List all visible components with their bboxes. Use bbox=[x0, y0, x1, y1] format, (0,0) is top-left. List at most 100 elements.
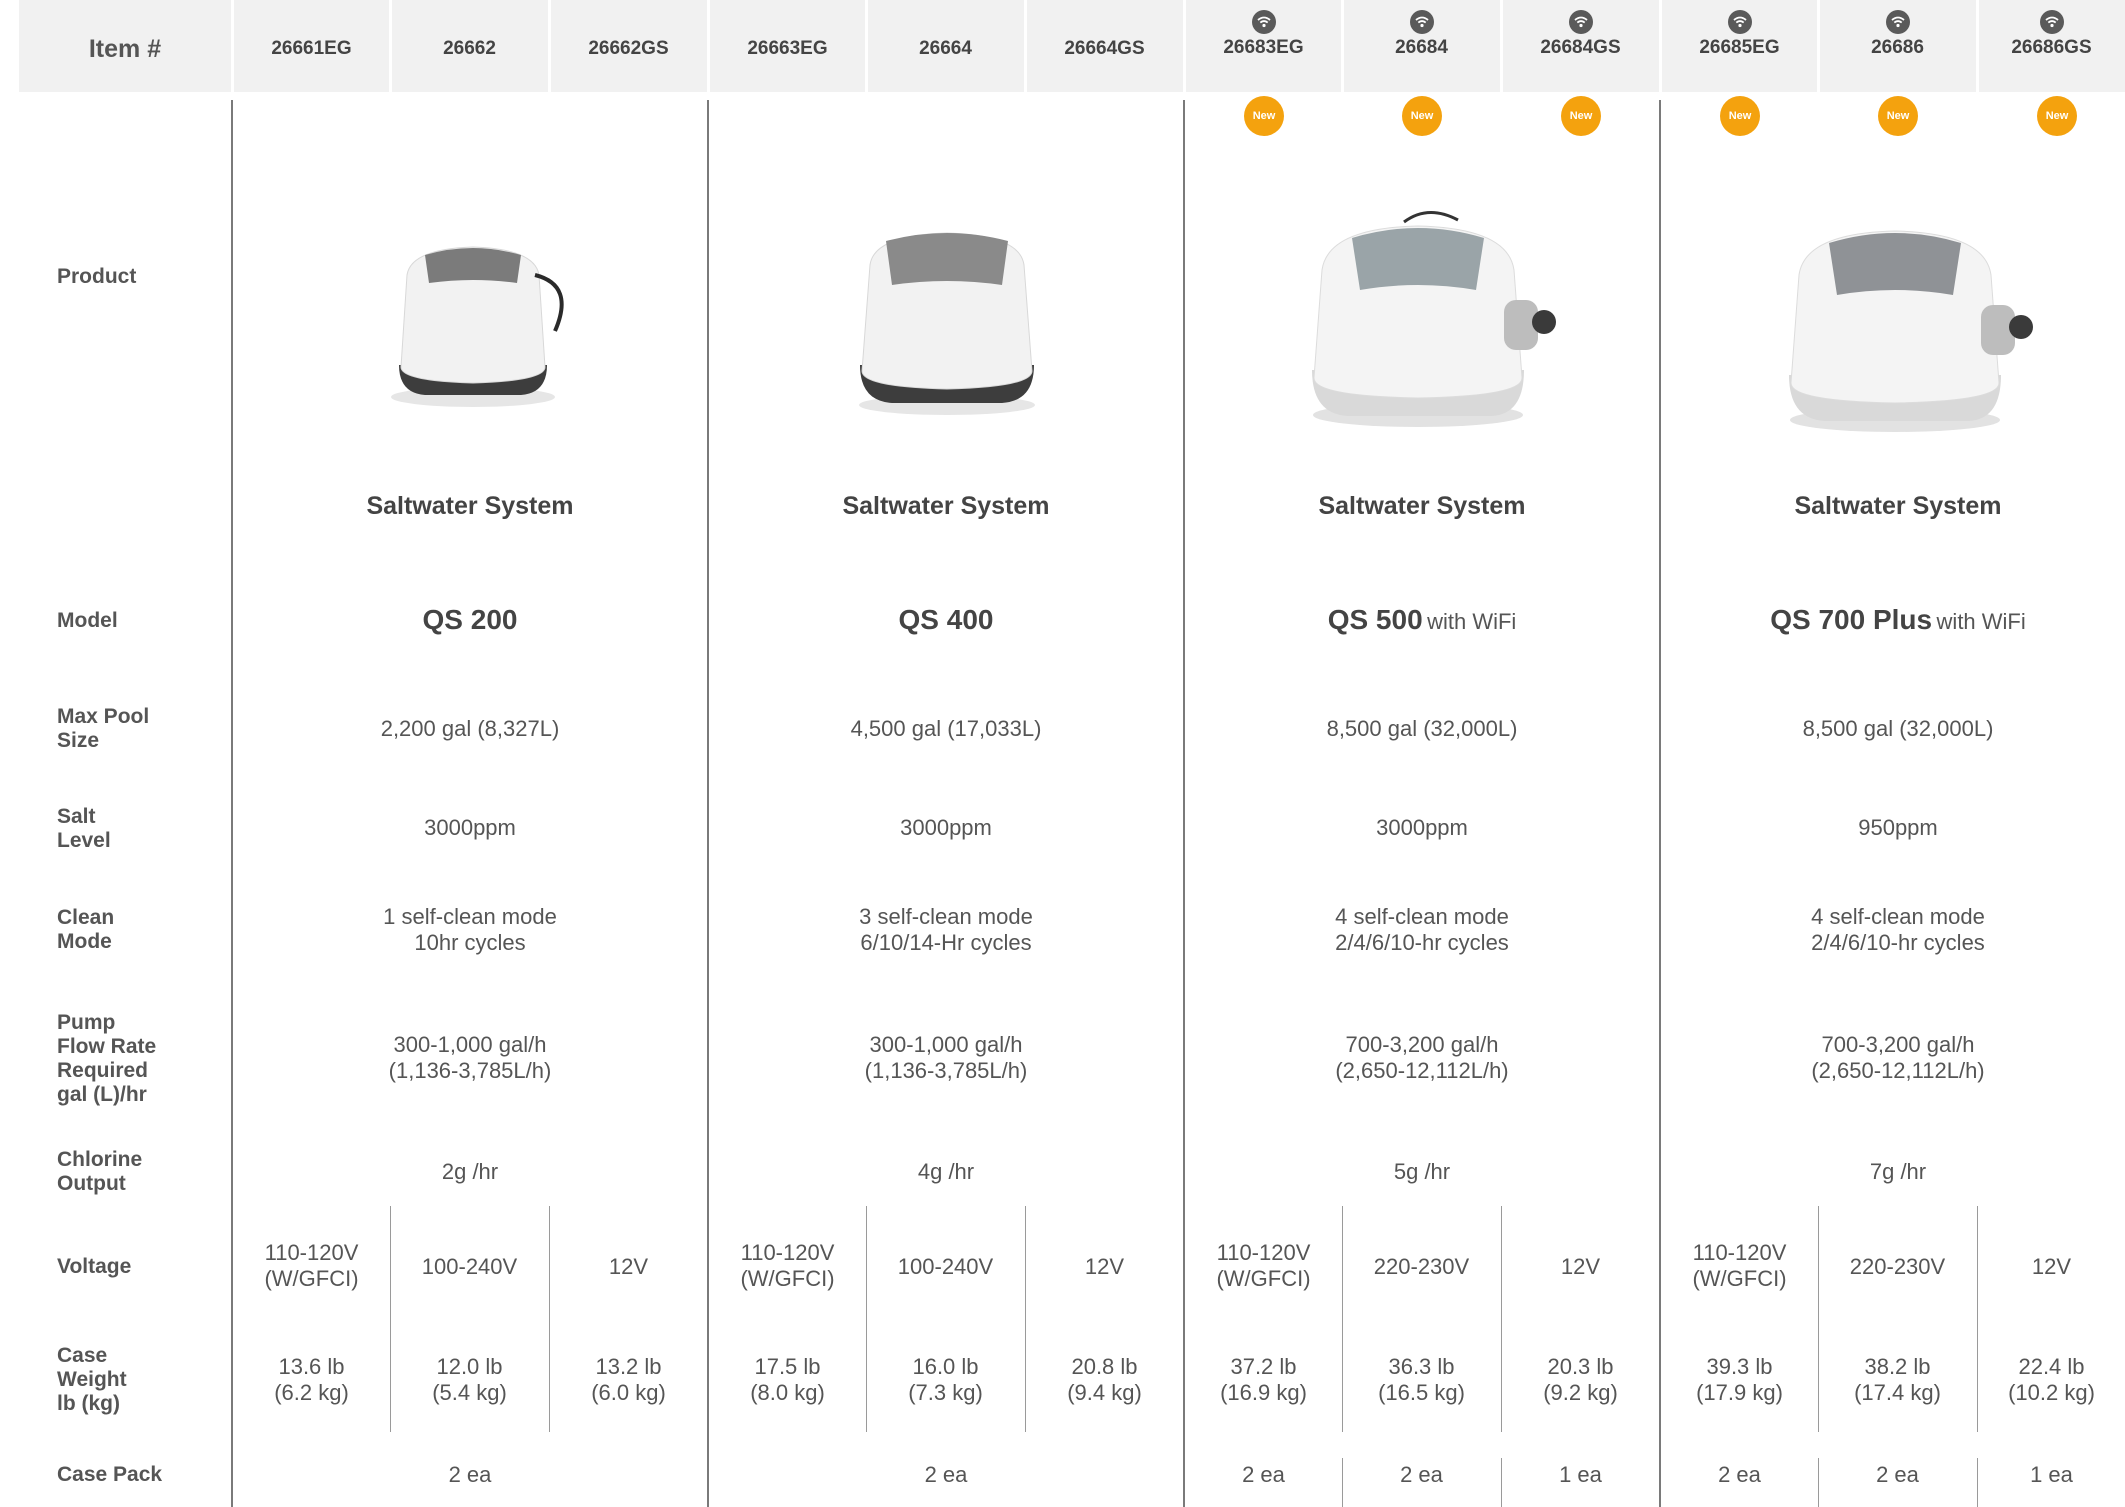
value-line: (W/GFCI) bbox=[1216, 1266, 1311, 1291]
value-line: 10hr cycles bbox=[414, 930, 526, 955]
max-pool-value: 4,500 gal (17,033L) bbox=[850, 716, 1042, 741]
voltage-value: 12V bbox=[1560, 1254, 1601, 1279]
divider bbox=[1976, 0, 1979, 92]
model-label: QS 200 bbox=[422, 604, 518, 635]
case-weight-value: 39.3 lb (17.9 kg) bbox=[1661, 1354, 1818, 1406]
wifi-icon bbox=[1410, 10, 1434, 34]
new-badge: New bbox=[1561, 96, 1601, 136]
case-weight-value: 17.5 lb (8.0 kg) bbox=[709, 1354, 866, 1406]
divider bbox=[231, 0, 234, 92]
product-image-qs500 bbox=[1312, 211, 1556, 427]
case-weight-value: 22.4 lb (10.2 kg) bbox=[1978, 1354, 2125, 1406]
voltage-value: 12V bbox=[1084, 1254, 1125, 1279]
value-line: 300-1,000 gal/h bbox=[393, 1032, 547, 1057]
value-line: 17.5 lb bbox=[754, 1354, 821, 1379]
label-line: Size bbox=[57, 729, 100, 752]
system-title: Saltwater System bbox=[1794, 492, 2002, 520]
header-cell: 26685EG bbox=[1661, 0, 1818, 92]
label-line: gal (L)/hr bbox=[57, 1083, 147, 1106]
row-label-pump: Pump Flow Rate Required gal (L)/hr bbox=[57, 1011, 156, 1107]
salt-level-value: 3000ppm bbox=[900, 815, 992, 840]
item-code: 26664GS bbox=[1064, 38, 1145, 59]
label-line: Chlorine bbox=[57, 1148, 143, 1171]
clean-mode-value: 1 self-clean mode 10hr cycles bbox=[233, 904, 707, 956]
case-weight-value: 36.3 lb (16.5 kg) bbox=[1343, 1354, 1500, 1406]
value-line: (8.0 kg) bbox=[750, 1380, 825, 1405]
header-cell: 26683EG bbox=[1185, 0, 1342, 92]
product-image-qs200 bbox=[391, 246, 564, 407]
model-suffix: with WiFi bbox=[1427, 609, 1517, 634]
header-cell: 26661EG bbox=[233, 0, 390, 92]
value-line: 110-120V bbox=[264, 1240, 359, 1265]
voltage-value: 110-120V (W/GFCI) bbox=[1661, 1240, 1818, 1292]
case-weight-value: 20.8 lb (9.4 kg) bbox=[1026, 1354, 1183, 1406]
item-code: 26684GS bbox=[1540, 37, 1621, 58]
voltage-value: 110-120V (W/GFCI) bbox=[1185, 1240, 1342, 1292]
model-label: QS 500 bbox=[1327, 604, 1423, 635]
header-cell: 26686 bbox=[1819, 0, 1976, 92]
label-line: Required bbox=[57, 1059, 149, 1082]
case-weight-value: 13.2 lb (6.0 kg) bbox=[550, 1354, 707, 1406]
model-name: QS 400 bbox=[709, 604, 1183, 636]
group-divider bbox=[1659, 100, 1661, 1507]
new-badge: New bbox=[1878, 96, 1918, 136]
item-code: 26686GS bbox=[2011, 37, 2092, 58]
label-line: Level bbox=[57, 829, 111, 852]
case-pack-value: 2 ea bbox=[1718, 1462, 1761, 1487]
value-line: (2,650-12,112L/h) bbox=[1811, 1058, 1985, 1083]
case-pack-value: 2 ea bbox=[1876, 1462, 1919, 1487]
value-line: 4 self-clean mode bbox=[1335, 904, 1509, 929]
item-code: 26684 bbox=[1395, 37, 1448, 58]
case-pack-value: 2 ea bbox=[924, 1462, 968, 1487]
clean-mode-value: 3 self-clean mode 6/10/14-Hr cycles bbox=[709, 904, 1183, 956]
case-pack-value: 1 ea bbox=[2030, 1462, 2073, 1487]
system-title: Saltwater System bbox=[1318, 492, 1526, 520]
value-line: 110-120V bbox=[740, 1240, 835, 1265]
value-line: (W/GFCI) bbox=[740, 1266, 835, 1291]
value-line: 3 self-clean mode bbox=[859, 904, 1033, 929]
header-cell: 26662 bbox=[391, 0, 548, 92]
system-title: Saltwater System bbox=[842, 492, 1050, 520]
max-pool-value: 8,500 gal (32,000L) bbox=[1802, 716, 1994, 741]
salt-level-value: 950ppm bbox=[1858, 815, 1938, 840]
model-label: QS 700 Plus bbox=[1770, 604, 1933, 635]
new-badge: New bbox=[1720, 96, 1760, 136]
value-line: 20.8 lb bbox=[1071, 1354, 1138, 1379]
divider bbox=[865, 0, 868, 92]
value-line: 2/4/6/10-hr cycles bbox=[1335, 930, 1509, 955]
voltage-value: 110-120V (W/GFCI) bbox=[709, 1240, 866, 1292]
max-pool-value: 8,500 gal (32,000L) bbox=[1326, 716, 1518, 741]
value-line: 110-120V bbox=[1692, 1240, 1787, 1265]
case-weight-value: 16.0 lb (7.3 kg) bbox=[867, 1354, 1024, 1406]
product-lid bbox=[1829, 233, 1961, 295]
row-label-product: Product bbox=[57, 265, 137, 288]
salt-level-value: 3000ppm bbox=[424, 815, 516, 840]
case-pack-value: 1 ea bbox=[1559, 1462, 1602, 1487]
product-image-qs400 bbox=[859, 232, 1035, 415]
group-divider bbox=[1183, 100, 1185, 1507]
value-line: 37.2 lb bbox=[1230, 1354, 1297, 1379]
row-label-salt: Salt Level bbox=[57, 805, 111, 853]
item-code: 26685EG bbox=[1699, 37, 1780, 58]
value-line: (9.4 kg) bbox=[1067, 1380, 1142, 1405]
header-cell: 26663EG bbox=[709, 0, 866, 92]
product-image-qs700 bbox=[1789, 230, 2033, 432]
clean-mode-value: 4 self-clean mode 2/4/6/10-hr cycles bbox=[1661, 904, 2125, 956]
divider bbox=[389, 0, 392, 92]
chlorine-output-value: 4g /hr bbox=[917, 1159, 975, 1184]
voltage-value: 100-240V bbox=[897, 1254, 994, 1279]
voltage-value: 110-120V (W/GFCI) bbox=[233, 1240, 390, 1292]
new-badge: New bbox=[1244, 96, 1284, 136]
case-weight-value: 37.2 lb (16.9 kg) bbox=[1185, 1354, 1342, 1406]
value-line: 700-3,200 gal/h bbox=[1821, 1032, 1975, 1057]
value-line: 6/10/14-Hr cycles bbox=[860, 930, 1032, 955]
case-weight-value: 12.0 lb (5.4 kg) bbox=[391, 1354, 548, 1406]
model-name: QS 700 Plus with WiFi bbox=[1661, 604, 2125, 636]
model-label: QS 400 bbox=[898, 604, 994, 635]
value-line: 22.4 lb bbox=[2018, 1354, 2085, 1379]
chlorine-output-value: 7g /hr bbox=[1869, 1159, 1927, 1184]
voltage-value: 12V bbox=[608, 1254, 649, 1279]
value-line: (16.5 kg) bbox=[1378, 1380, 1465, 1405]
row-label-model: Model bbox=[57, 609, 118, 632]
product-lid bbox=[886, 233, 1008, 285]
